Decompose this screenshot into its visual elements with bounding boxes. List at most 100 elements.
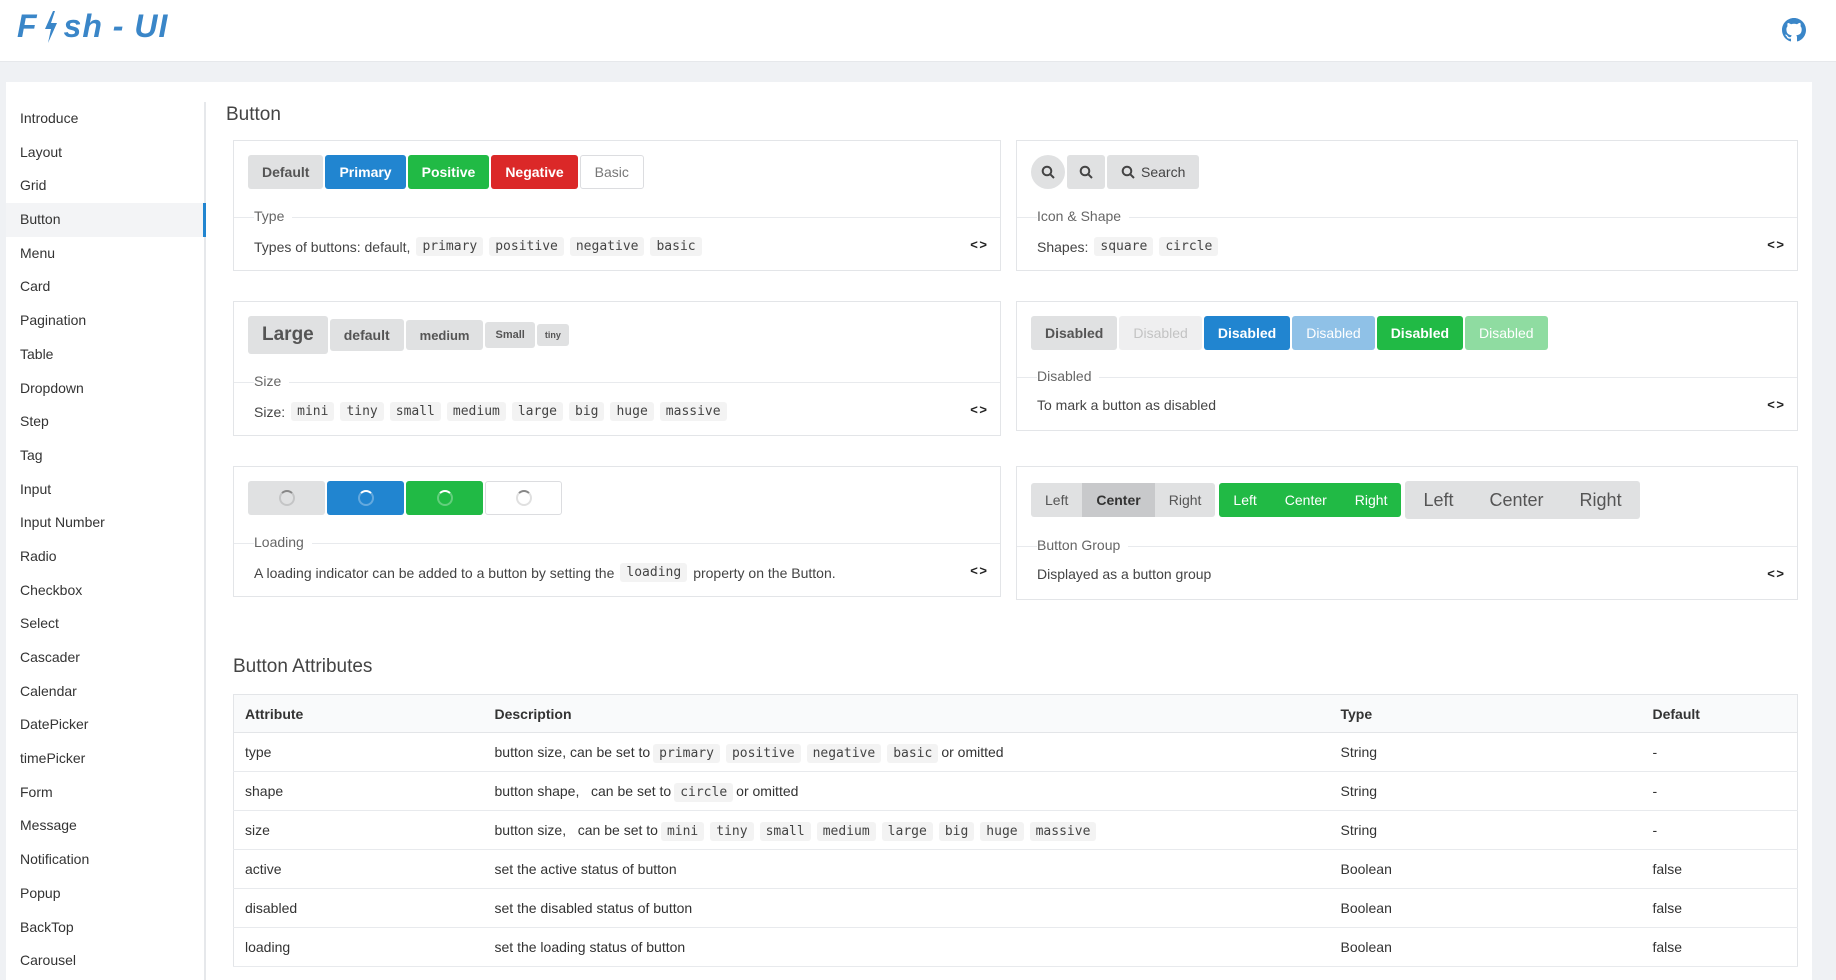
button-group-grey: Left Center Right [1031, 483, 1216, 517]
sidebar-item-layout[interactable]: Layout [6, 136, 204, 170]
group-center-button[interactable]: Center [1270, 483, 1341, 517]
attr-description-cell: button size, can be set to mini tiny small m… [483, 810, 1330, 850]
group-center-button[interactable]: Center [1082, 483, 1155, 517]
sidebar-item-calendar[interactable]: Calendar [6, 675, 204, 709]
sidebar-item-checkbox[interactable]: Checkbox [6, 574, 204, 608]
sidebar-item-form[interactable]: Form [6, 776, 204, 810]
sidebar-item-table[interactable]: Table [6, 338, 204, 372]
primary-button[interactable]: Primary [325, 155, 406, 189]
sidebar-item-card[interactable]: Card [6, 270, 204, 304]
spinner-icon [357, 490, 374, 506]
circle-search-button[interactable] [1031, 155, 1065, 189]
default-button[interactable]: Disabled [1031, 316, 1118, 350]
loading-default-button[interactable] [248, 481, 325, 515]
large-button[interactable]: Large [248, 316, 328, 354]
github-icon[interactable] [1782, 18, 1806, 42]
code-negative: negative [806, 743, 882, 763]
search-button[interactable]: Search [1107, 155, 1200, 189]
code-toggle-icon[interactable]: < > [970, 402, 987, 417]
attr-description-cell: set the disabled status of button [483, 888, 1330, 928]
sidebar-item-input-number[interactable]: Input Number [6, 506, 204, 540]
basic-button[interactable]: Basic [579, 155, 644, 189]
code-huge: huge [980, 821, 1024, 841]
search-button-label: Search [1141, 164, 1186, 180]
attr-description-cell: set the active status of button [483, 849, 1330, 889]
code-toggle-icon[interactable]: < > [970, 563, 987, 578]
code-basic: basic [887, 743, 939, 763]
group-left-button[interactable]: Left [1031, 483, 1083, 517]
sidebar-item-introduce[interactable]: Introduce [6, 102, 204, 136]
sidebar-item-cascader[interactable]: Cascader [6, 641, 204, 675]
search-icon [1041, 165, 1055, 179]
sidebar-item-notification[interactable]: Notification [6, 843, 204, 877]
group-left-button[interactable]: Left [1405, 481, 1472, 519]
sidebar-item-select[interactable]: Select [6, 607, 204, 641]
sidebar-item-step[interactable]: Step [6, 405, 204, 439]
sidebar-item-input[interactable]: Input [6, 473, 204, 507]
loading-primary-button[interactable] [327, 481, 404, 515]
tiny-button[interactable]: tiny [536, 324, 569, 346]
square-search-button[interactable] [1067, 155, 1105, 189]
demo-icon-shape: Search Icon & Shape Shapes: square circl… [1016, 140, 1798, 271]
positive-button[interactable]: Disabled [1376, 316, 1464, 350]
table-row: active set the active status of button Boo… [233, 849, 1798, 889]
attributes-table: Attribute Description Type Default type b… [233, 694, 1798, 967]
bolt-icon [44, 10, 57, 43]
group-center-button[interactable]: Center [1471, 481, 1562, 519]
loading-basic-button[interactable] [485, 481, 562, 515]
sidebar-item-datepicker[interactable]: DatePicker [6, 708, 204, 742]
code-big: big [938, 821, 975, 841]
group-left-button[interactable]: Left [1219, 483, 1271, 517]
demo-legend: Loading [254, 534, 312, 550]
sidebar-item-tag[interactable]: Tag [6, 439, 204, 473]
code-medium: medium [446, 402, 506, 421]
code-square: square [1094, 237, 1154, 256]
desc-text: button size, can be set to [494, 821, 658, 838]
attr-name-cell: active [233, 849, 484, 889]
medium-button[interactable]: medium [405, 320, 484, 350]
group-right-button[interactable]: Right [1340, 483, 1402, 517]
demo-description: A loading indicator can be added to a bu… [254, 563, 836, 582]
sidebar-item-menu[interactable]: Menu [6, 237, 204, 271]
primary-button[interactable]: Disabled [1203, 316, 1291, 350]
sidebar-item-radio[interactable]: Radio [6, 540, 204, 574]
default-size-button[interactable]: default [329, 319, 404, 351]
sidebar-item-pagination[interactable]: Pagination [6, 304, 204, 338]
code-toggle-icon[interactable]: < > [1767, 237, 1784, 252]
small-button[interactable]: Small [485, 322, 535, 348]
code-massive: massive [659, 402, 727, 421]
attr-type-cell: Boolean [1329, 927, 1642, 967]
code-toggle-icon[interactable]: < > [1767, 397, 1784, 412]
positive-button[interactable]: Positive [407, 155, 490, 189]
logo[interactable]: F sh - UI [17, 8, 168, 45]
attr-description-cell: button shape, can be set to circle or omit… [483, 771, 1330, 811]
sidebar-item-dropdown[interactable]: Dropdown [6, 372, 204, 406]
sidebar-item-carousel[interactable]: Carousel [6, 944, 204, 978]
sidebar-item-message[interactable]: Message [6, 809, 204, 843]
column-header: Description [483, 694, 1330, 733]
sidebar-item-popup[interactable]: Popup [6, 877, 204, 911]
logo-text-right: sh - UI [63, 8, 169, 44]
sidebar-item-timepicker[interactable]: timePicker [6, 742, 204, 776]
table-row: shape button shape, can be set to circle or… [233, 771, 1798, 811]
loading-positive-button[interactable] [406, 481, 483, 515]
negative-button[interactable]: Negative [491, 155, 578, 189]
spinner-icon [436, 490, 453, 506]
desc-text-after: or omitted [941, 743, 1004, 760]
group-right-button[interactable]: Right [1154, 483, 1216, 517]
demo-type: Default Primary Positive Negative Basic … [233, 140, 1001, 271]
sidebar-item-backtop[interactable]: BackTop [6, 911, 204, 945]
positive-disabled-button: Disabled [1465, 316, 1548, 350]
sidebar-item-grid[interactable]: Grid [6, 169, 204, 203]
group-right-button[interactable]: Right [1561, 481, 1640, 519]
demo-description: Size: mini tiny small medium large big h… [254, 402, 727, 421]
code-primary: primary [653, 743, 720, 763]
code-tiny: tiny [710, 821, 754, 841]
code-toggle-icon[interactable]: < > [1767, 566, 1784, 581]
spinner-icon [278, 490, 295, 506]
default-button[interactable]: Default [248, 155, 324, 189]
sidebar-item-button[interactable]: Button [6, 203, 206, 237]
code-positive: positive [725, 743, 801, 763]
logo-text-left: F [17, 8, 38, 44]
code-toggle-icon[interactable]: < > [970, 237, 987, 252]
